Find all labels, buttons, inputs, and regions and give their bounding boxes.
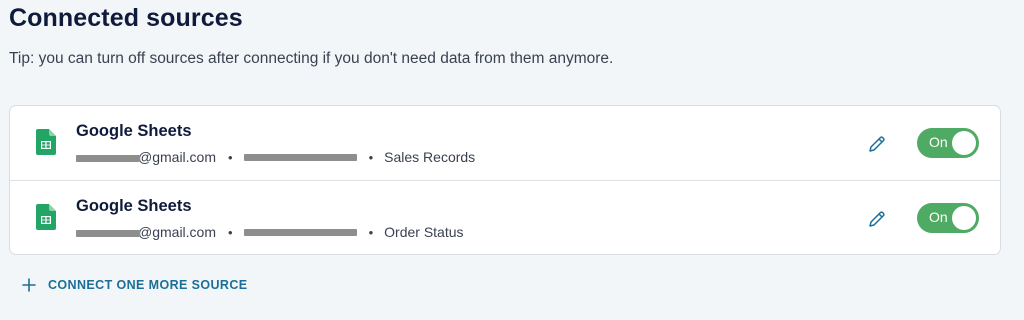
edit-button[interactable]: [866, 133, 888, 155]
account-email: @gmail.com: [76, 149, 216, 165]
redacted-dataset: [243, 229, 357, 236]
source-toggle[interactable]: On: [917, 203, 979, 233]
google-sheets-icon: [36, 129, 56, 155]
redacted-dataset: [243, 154, 357, 161]
sheet-name: Order Status: [384, 224, 464, 240]
source-details: @gmail.com • • Order Status: [76, 224, 464, 240]
toggle-knob: [952, 131, 976, 155]
pencil-icon: [869, 211, 885, 227]
connected-sources-page: Connected sources Tip: you can turn off …: [0, 0, 1024, 320]
connect-more-source-button[interactable]: CONNECT ONE MORE SOURCE: [22, 278, 248, 292]
source-name: Google Sheets: [76, 122, 192, 140]
account-email: @gmail.com: [76, 224, 216, 240]
connect-more-label: CONNECT ONE MORE SOURCE: [48, 278, 248, 292]
toggle-label: On: [929, 209, 948, 225]
dataset-name: [243, 149, 357, 165]
source-row: Google Sheets @gmail.com • • Order Statu…: [10, 181, 1000, 255]
separator: •: [368, 149, 374, 165]
source-toggle[interactable]: On: [917, 128, 979, 158]
toggle-knob: [952, 206, 976, 230]
separator: •: [368, 224, 374, 240]
source-name: Google Sheets: [76, 197, 192, 215]
redacted-account: [76, 230, 140, 237]
pencil-icon: [869, 136, 885, 152]
sources-list: Google Sheets @gmail.com • • Sales Recor…: [9, 105, 1001, 255]
sheet-name: Sales Records: [384, 149, 476, 165]
google-sheets-icon: [36, 204, 56, 230]
source-row: Google Sheets @gmail.com • • Sales Recor…: [10, 106, 1000, 180]
separator: •: [228, 149, 233, 165]
tip-text: Tip: you can turn off sources after conn…: [9, 50, 614, 67]
source-details: @gmail.com • • Sales Records: [76, 149, 475, 165]
page-title: Connected sources: [9, 4, 243, 32]
redacted-account: [76, 155, 140, 162]
separator: •: [228, 224, 233, 240]
dataset-name: [243, 224, 357, 240]
toggle-label: On: [929, 134, 948, 150]
plus-icon: [22, 278, 36, 292]
edit-button[interactable]: [866, 208, 888, 230]
